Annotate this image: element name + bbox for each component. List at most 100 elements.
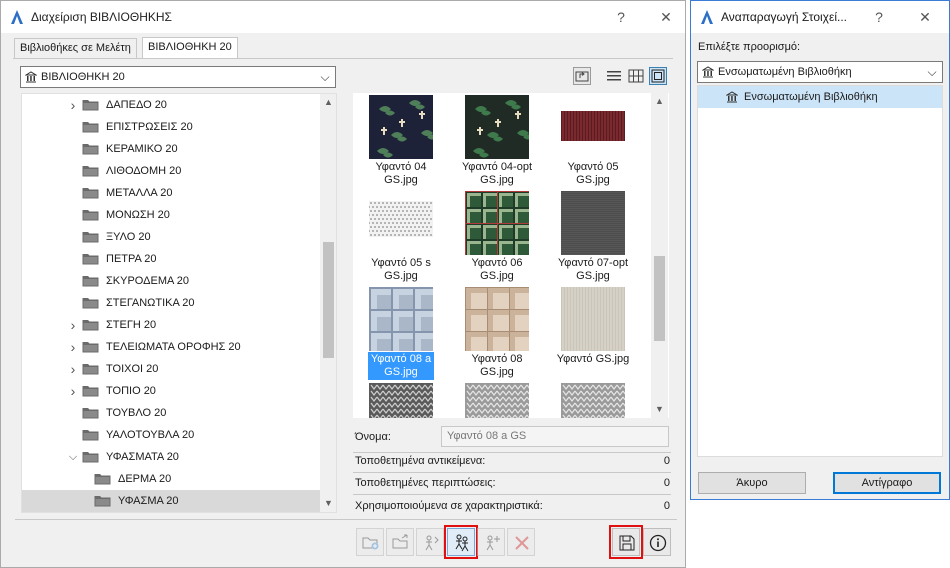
cancel-button[interactable]: Άκυρο	[698, 472, 806, 494]
new-folder-icon	[362, 537, 379, 550]
dialog-help-button[interactable]: ?	[869, 7, 889, 27]
thumbnail-item[interactable]: Υφαντό 08 GS.jpg	[449, 285, 545, 381]
tree-item-label: ΠΕΤΡΑ 20	[106, 253, 157, 265]
library-select[interactable]: ΒΙΒΛΙΟΘΗΚΗ 20 ⌵	[20, 66, 336, 88]
tree-item[interactable]: ΛΙΘΟΔΟΜΗ 20	[22, 160, 320, 182]
thumbnail-caption: Υφαντό 04-opt GS.jpg	[449, 161, 545, 187]
folder-icon	[82, 100, 99, 111]
tree-item[interactable]: › ΤΟΠΙΟ 20	[22, 380, 320, 402]
library-icon	[726, 91, 738, 103]
thumbnail-item[interactable]: Υφαντό 05 s GS.jpg	[353, 189, 449, 285]
thumbnail-item[interactable]: Υφαντό 08 a GS.jpg	[353, 285, 449, 381]
folder-icon	[82, 320, 99, 331]
move-object-icon	[425, 535, 439, 551]
library-manager-window: Διαχείριση ΒΙΒΛΙΟΘΗΚΗΣ ? ✕ Βιβλιοθήκες σ…	[0, 0, 686, 568]
tree-item[interactable]: ΤΟΥΒΛΟ 20	[22, 402, 320, 424]
thumbnail-item[interactable]: Υφαντό 05 GS.jpg	[545, 93, 641, 189]
tree-item-label: ΛΙΘΟΔΟΜΗ 20	[106, 165, 182, 177]
destination-item-label: Ενσωματωμένη Βιβλιοθήκη	[744, 91, 878, 103]
thumbnail-item[interactable]: Υφαντό 04-opt GS.jpg	[449, 93, 545, 189]
add-object-button[interactable]	[477, 528, 505, 556]
folder-tree[interactable]: › ΔΑΠΕΔΟ 20 ΕΠΙΣΤΡΩΣΕΙΣ 20 ΚΕΡΑΜΙΚΟ 20 ΛΙΘΟΔ…	[21, 93, 337, 513]
folder-icon	[82, 276, 99, 287]
thumbnail-scrollbar[interactable]: ▲ ▼	[651, 93, 668, 418]
copy-button[interactable]: Αντίγραφο	[833, 472, 941, 494]
scroll-down-arrow-icon[interactable]: ▼	[651, 401, 668, 418]
thumbnail-caption: Υφαντό 07-opt GS.jpg	[545, 257, 641, 283]
tree-item[interactable]: ΣΤΕΓΑΝΩΤΙΚΑ 20	[22, 292, 320, 314]
help-button[interactable]: ?	[611, 7, 631, 27]
tree-item-label: ΔΑΠΕΔΟ 20	[106, 99, 167, 111]
tree-item[interactable]: ΕΠΙΣΤΡΩΣΕΙΣ 20	[22, 116, 320, 138]
scroll-down-arrow-icon[interactable]: ▼	[320, 495, 336, 512]
chevron-right-icon[interactable]: ›	[67, 358, 79, 380]
tab-library-20[interactable]: ΒΙΒΛΙΟΘΗΚΗ 20	[142, 37, 238, 58]
tree-item-label: ΤΟΙΧΟΙ 20	[106, 363, 159, 375]
tree-item[interactable]: ΠΕΤΡΑ 20	[22, 248, 320, 270]
tree-item[interactable]: ΜΕΤΑΛΛΑ 20	[22, 182, 320, 204]
open-folder-button[interactable]	[386, 528, 414, 556]
thumbnail-item[interactable]: Υφαντό 06 GS.jpg	[449, 189, 545, 285]
tree-item[interactable]: ΣΚΥΡΟΔΕΜΑ 20	[22, 270, 320, 292]
tree-item[interactable]: ⌵ ΥΦΑΣΜΑΤΑ 20	[22, 446, 320, 468]
chevron-right-icon[interactable]: ›	[67, 336, 79, 358]
thumbnail-item[interactable]: Υφαντό 07-opt GS.jpg	[545, 189, 641, 285]
tree-item[interactable]: › ΤΟΙΧΟΙ 20	[22, 358, 320, 380]
thumbnail-item[interactable]	[353, 381, 449, 418]
thumbnail-item[interactable]: Υφαντό 04 GS.jpg	[353, 93, 449, 189]
dialog-close-button[interactable]: ✕	[915, 7, 935, 27]
texture-preview-image	[465, 95, 533, 159]
up-folder-button[interactable]	[573, 67, 591, 85]
close-button[interactable]: ✕	[656, 7, 676, 27]
dialog-title: Αναπαραγωγή Στοιχεί...	[721, 10, 847, 24]
new-folder-button[interactable]	[356, 528, 384, 556]
caption-line: Υφαντό 05 s	[371, 257, 431, 269]
tree-item[interactable]: ΥΑΛΟΤΟΥΒΛΑ 20	[22, 424, 320, 446]
chevron-right-icon[interactable]: ›	[67, 380, 79, 402]
info-button[interactable]	[643, 528, 671, 556]
destination-select[interactable]: Ενσωματωμένη Βιβλιοθήκη ⌵	[697, 61, 943, 83]
tree-item[interactable]: › ΣΤΕΓΗ 20	[22, 314, 320, 336]
tree-item-label: ΣΤΕΓΗ 20	[106, 319, 157, 331]
thumbnail-grid[interactable]: Υφαντό 04 GS.jpg Υφαντό 04-opt GS.jpg Υφαντό…	[353, 93, 669, 418]
chevron-right-icon[interactable]: ›	[67, 94, 79, 116]
tree-item[interactable]: ΔΕΡΜΑ 20	[22, 468, 320, 490]
chevron-down-icon: ⌵	[927, 65, 937, 79]
caption-line: GS.jpg	[480, 174, 514, 186]
tree-item[interactable]: ΜΟΝΩΣΗ 20	[22, 204, 320, 226]
destination-list-item[interactable]: Ενσωματωμένη Βιβλιοθήκη	[698, 86, 942, 108]
move-object-button[interactable]	[416, 528, 444, 556]
thumbnail-view-button[interactable]	[649, 67, 667, 85]
tree-item[interactable]: › ΔΑΠΕΔΟ 20	[22, 94, 320, 116]
thumbnail-item[interactable]	[449, 381, 545, 418]
tree-item[interactable]: ΥΦΑΣΜΑ 20	[22, 490, 320, 512]
tree-item[interactable]: ΞΥΛΟ 20	[22, 226, 320, 248]
tree-item[interactable]: ΚΕΡΑΜΙΚΟ 20	[22, 138, 320, 160]
thumbnail-caption: Υφαντό 05 GS.jpg	[545, 161, 641, 187]
thumbnail-caption: Υφαντό 08 GS.jpg	[449, 353, 545, 379]
destination-list[interactable]: Ενσωματωμένη Βιβλιοθήκη	[697, 85, 943, 457]
grid-view-button[interactable]	[627, 67, 645, 85]
tab-libraries-in-project[interactable]: Βιβλιοθήκες σε Μελέτη	[14, 38, 137, 58]
tree-scrollbar-thumb[interactable]	[323, 242, 334, 358]
copy-elements-dialog: Αναπαραγωγή Στοιχεί... ? ✕ Επιλέξτε προο…	[690, 0, 950, 500]
caption-line: GS.jpg	[480, 366, 514, 378]
scroll-up-arrow-icon[interactable]: ▲	[320, 94, 336, 111]
delete-button[interactable]	[507, 528, 535, 556]
chevron-right-icon[interactable]: ›	[67, 314, 79, 336]
scroll-up-arrow-icon[interactable]: ▲	[651, 93, 668, 110]
thumbnail-item[interactable]	[545, 381, 641, 418]
tree-item-label: ΜΕΤΑΛΛΑ 20	[106, 187, 173, 199]
thumbnail-item[interactable]: Υφαντό GS.jpg	[545, 285, 641, 381]
list-view-button[interactable]	[605, 67, 623, 85]
thumbnail-caption: Υφαντό 06 GS.jpg	[449, 257, 545, 283]
tree-item[interactable]: › ΤΕΛΕΙΩΜΑΤΑ ΟΡΟΦΗΣ 20	[22, 336, 320, 358]
destination-select-value: Ενσωματωμένη Βιβλιοθήκη	[718, 66, 852, 78]
list-view-icon	[607, 71, 621, 81]
thumbnail-scrollbar-thumb[interactable]	[654, 256, 665, 341]
tree-item-label: ΤΕΛΕΙΩΜΑΤΑ ΟΡΟΦΗΣ 20	[106, 341, 241, 353]
texture-preview-image	[561, 287, 625, 351]
tree-scrollbar[interactable]: ▲ ▼	[320, 94, 336, 512]
chevron-down-icon[interactable]: ⌵	[67, 446, 79, 468]
folder-icon	[82, 188, 99, 199]
